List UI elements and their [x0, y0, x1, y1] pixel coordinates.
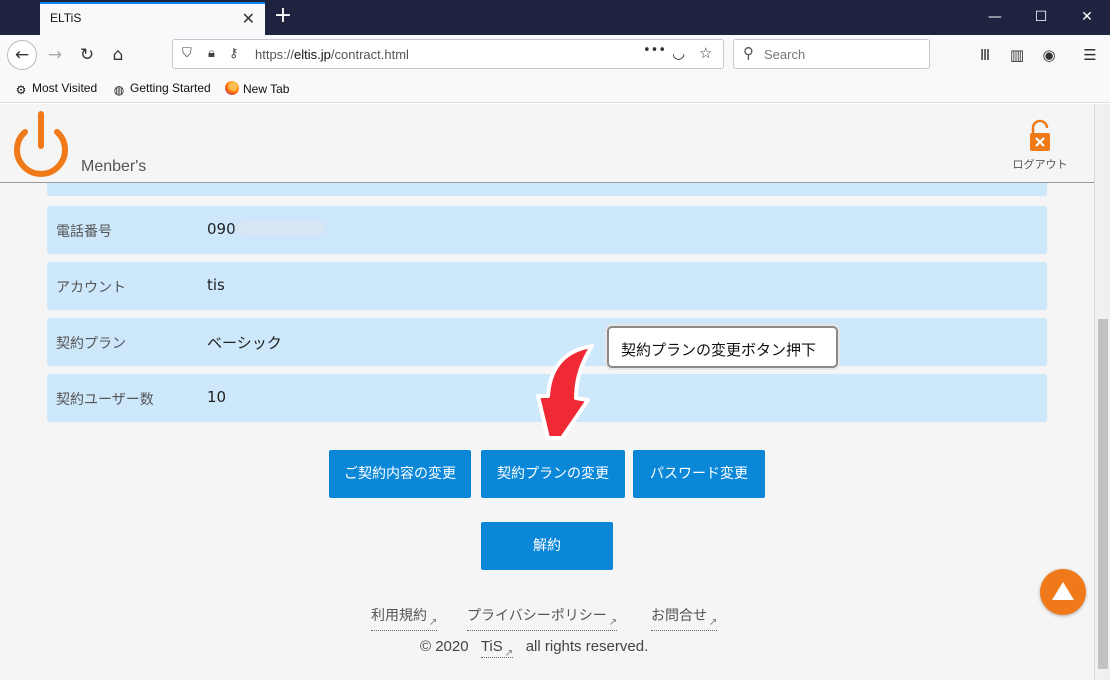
bookmark-new-tab[interactable]: New Tab: [225, 81, 289, 96]
external-link-icon: ↗: [608, 617, 618, 628]
change-password-button[interactable]: パスワード変更: [633, 450, 765, 498]
info-row-phone: 電話番号 090: [47, 206, 1047, 254]
external-link-icon: ↗: [429, 617, 438, 628]
member-title: Menber's: [81, 158, 147, 175]
page-content: 電話番号 090 アカウント tis 契約プラン ベーシック 契約ユーザー数 1…: [0, 104, 1094, 680]
padlock-icon: [1030, 119, 1050, 151]
logout-button[interactable]: ログアウト: [1004, 118, 1076, 174]
firefox-icon: [225, 81, 239, 95]
bookmark-getting-started[interactable]: ◍ Getting Started: [112, 81, 211, 97]
search-input[interactable]: Search: [764, 47, 805, 62]
maximize-icon[interactable]: ☐: [1018, 0, 1064, 35]
scrollbar-thumb[interactable]: [1098, 319, 1108, 669]
triangle-up-icon: [1052, 582, 1074, 600]
url-bar[interactable]: ⛉ 🔒︎ ⚷ https://eltis.jp/contract.html ••…: [172, 39, 724, 69]
account-icon[interactable]: ◉: [1035, 40, 1063, 70]
home-icon[interactable]: ⌂: [103, 40, 133, 70]
row-value: tis: [207, 276, 225, 294]
back-arrow-icon[interactable]: ←: [7, 40, 37, 70]
company-link[interactable]: TiS ↗: [480, 638, 514, 659]
change-contract-button[interactable]: ご契約内容の変更: [329, 450, 471, 498]
row-value: ベーシック: [207, 334, 282, 352]
row-value: 090: [207, 220, 325, 238]
pocket-icon[interactable]: ◡: [672, 44, 685, 62]
bookmark-most-visited[interactable]: ⚙ Most Visited: [14, 81, 98, 97]
sidebar-icon[interactable]: ▥: [1003, 40, 1031, 70]
contact-link[interactable]: お問合せ ↗: [651, 605, 718, 631]
search-icon: ⚲: [743, 44, 754, 62]
page-actions-icon[interactable]: •••: [643, 43, 666, 58]
red-arrow-icon: [536, 344, 594, 440]
new-tab-button[interactable]: +: [272, 4, 294, 30]
row-label: アカウント: [56, 280, 126, 296]
cancel-contract-button[interactable]: 解約: [481, 522, 613, 570]
terms-link[interactable]: 利用規約 ↗: [371, 605, 438, 631]
menu-icon[interactable]: ☰: [1076, 40, 1104, 70]
info-row-account: アカウント tis: [47, 262, 1047, 310]
tab-close-icon[interactable]: ✕: [242, 9, 255, 28]
reload-icon[interactable]: ↻: [72, 40, 102, 70]
callout-text: 契約プランの変更ボタン押下: [621, 341, 817, 359]
url-text[interactable]: https://eltis.jp/contract.html: [255, 47, 409, 62]
scroll-to-top-button[interactable]: [1040, 569, 1086, 615]
external-link-icon: ↗: [709, 617, 718, 628]
row-label: 契約プラン: [56, 336, 126, 352]
external-link-icon: ↗: [504, 648, 514, 659]
tracking-shield-icon[interactable]: ⛉: [182, 46, 192, 61]
tab-strip: ELTiS ✕ + — ☐ ✕: [0, 0, 1110, 35]
minimize-icon[interactable]: —: [972, 0, 1018, 35]
window-close-icon[interactable]: ✕: [1064, 0, 1110, 35]
globe-icon: ◍: [113, 83, 125, 97]
key-icon[interactable]: ⚷: [229, 46, 239, 61]
bookmark-star-icon[interactable]: ☆: [699, 44, 712, 62]
bookmarks-toolbar: ⚙ Most Visited ◍ Getting Started New Tab: [0, 75, 1110, 103]
lock-icon[interactable]: 🔒︎: [208, 46, 215, 61]
power-logo-icon[interactable]: [10, 110, 72, 178]
row-label: 電話番号: [56, 224, 112, 240]
site-header: Menber's ログアウト: [0, 104, 1094, 183]
annotation-callout: 契約プランの変更ボタン押下: [607, 326, 838, 368]
privacy-policy-link[interactable]: プライバシーポリシー ↗: [467, 605, 618, 631]
row-label: 契約ユーザー数: [56, 392, 154, 408]
gear-icon: ⚙: [15, 83, 27, 97]
redacted-number: [236, 221, 325, 235]
logout-label: ログアウト: [1012, 158, 1068, 171]
copyright-text: © 2020 TiS ↗ all rights reserved.: [420, 638, 649, 659]
navigation-toolbar: ← → ↻ ⌂ ⛉ 🔒︎ ⚷ https://eltis.jp/contract…: [0, 35, 1110, 75]
forward-arrow-icon[interactable]: →: [40, 40, 70, 70]
library-icon[interactable]: Ⅲ: [971, 40, 999, 70]
row-value: 10: [207, 388, 227, 406]
page-scrollbar[interactable]: [1094, 104, 1110, 680]
search-box[interactable]: ⚲ Search: [733, 39, 930, 69]
change-plan-button[interactable]: 契約プランの変更: [481, 450, 625, 498]
tab-title: ELTiS: [50, 11, 82, 25]
browser-tab[interactable]: ELTiS ✕: [40, 2, 265, 35]
